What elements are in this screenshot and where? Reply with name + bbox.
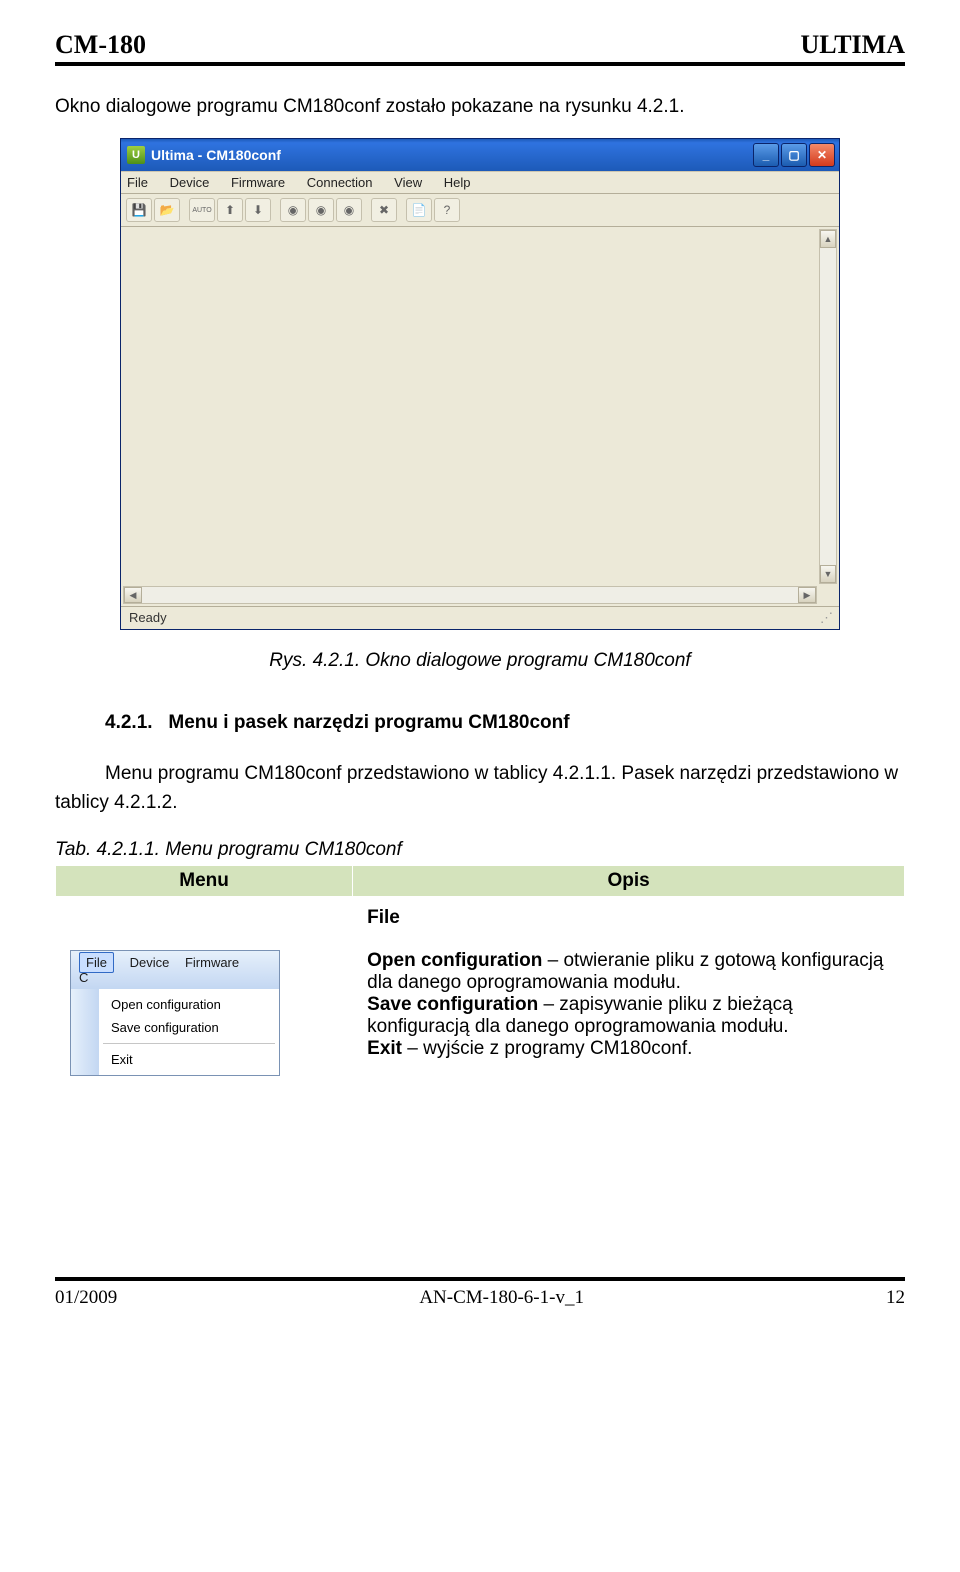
menu-table: Menu Opis File File Device Firmware C Op… (55, 865, 905, 1087)
col-menu-header: Menu (56, 866, 353, 897)
menu-firmware[interactable]: Firmware (231, 175, 285, 190)
file-menu-tabs: File Device Firmware C (71, 951, 279, 989)
node-b-icon[interactable]: ◉ (308, 198, 334, 222)
section-heading: 4.2.1. Menu i pasek narzędzi programu CM… (55, 712, 905, 734)
scroll-down-icon[interactable]: ▼ (820, 565, 836, 583)
app-icon: U (127, 146, 145, 164)
help-icon[interactable]: ? (434, 198, 460, 222)
scroll-left-icon[interactable]: ◀ (124, 587, 142, 603)
intro-paragraph: Okno dialogowe programu CM180conf został… (55, 96, 905, 118)
footer-right: 12 (886, 1287, 905, 1309)
vertical-scrollbar[interactable]: ▲ ▼ (819, 229, 837, 584)
table-caption: Tab. 4.2.1.1. Menu programu CM180conf (55, 839, 905, 861)
menu-separator (103, 1043, 275, 1044)
close-button[interactable]: ✕ (809, 143, 835, 167)
menu-item-exit[interactable]: Exit (99, 1048, 279, 1071)
tab-firmware[interactable]: Firmware (185, 955, 239, 970)
client-area: ▲ ▼ ◀ ▶ (121, 227, 839, 607)
window-title: Ultima - CM180conf (151, 147, 281, 163)
desc-open-bold: Open configuration (367, 950, 542, 971)
menu-item-open-configuration[interactable]: Open configuration (99, 993, 279, 1016)
auto-icon[interactable]: AUTO (189, 198, 215, 222)
status-text: Ready (129, 610, 167, 626)
section-title: Menu i pasek narzędzi programu CM180conf (168, 712, 569, 733)
doc-icon[interactable]: 📄 (406, 198, 432, 222)
footer-center: AN-CM-180-6-1-v_1 (419, 1287, 584, 1309)
tab-c[interactable]: C (79, 970, 88, 985)
node-a-icon[interactable]: ◉ (280, 198, 306, 222)
footer-rule (55, 1277, 905, 1281)
disconnect-icon[interactable]: ✖ (371, 198, 397, 222)
footer-left: 01/2009 (55, 1287, 117, 1309)
horizontal-scrollbar[interactable]: ◀ ▶ (123, 586, 817, 604)
node-c-icon[interactable]: ◉ (336, 198, 362, 222)
statusbar: Ready ⋰ (121, 607, 839, 629)
desc-exit-text: – wyjście z programy CM180conf. (402, 1038, 692, 1059)
menu-help[interactable]: Help (444, 175, 471, 190)
menu-file[interactable]: File (127, 175, 148, 190)
doc-header-right: ULTIMA (800, 30, 905, 60)
minimize-button[interactable]: _ (753, 143, 779, 167)
toolbar: 💾 📂 AUTO ⬆ ⬇ ◉ ◉ ◉ ✖ 📄 ? (121, 194, 839, 227)
desc-exit-bold: Exit (367, 1038, 402, 1059)
col-opis-header: Opis (353, 866, 905, 897)
tab-device[interactable]: Device (130, 955, 170, 970)
menubar: File Device Firmware Connection View Hel… (121, 171, 839, 194)
section-number: 4.2.1. (105, 712, 153, 733)
scroll-right-icon[interactable]: ▶ (798, 587, 816, 603)
maximize-button[interactable]: ▢ (781, 143, 807, 167)
figure-caption: Rys. 4.2.1. Okno dialogowe programu CM18… (55, 650, 905, 672)
header-rule (55, 62, 905, 66)
resize-grip-icon[interactable]: ⋰ (820, 610, 831, 626)
titlebar: U Ultima - CM180conf _ ▢ ✕ (121, 139, 839, 171)
doc-header-left: CM-180 (55, 30, 146, 60)
scroll-up-icon[interactable]: ▲ (820, 230, 836, 248)
file-menu-cell: File Device Firmware C Open configuratio… (56, 940, 353, 1087)
download-icon[interactable]: ⬇ (245, 198, 271, 222)
upload-icon[interactable]: ⬆ (217, 198, 243, 222)
menu-device[interactable]: Device (170, 175, 210, 190)
section-paragraph: Menu programu CM180conf przedstawiono w … (55, 760, 905, 817)
save-icon[interactable]: 💾 (126, 198, 152, 222)
menu-item-save-configuration[interactable]: Save configuration (99, 1016, 279, 1039)
file-menu-screenshot: File Device Firmware C Open configuratio… (70, 950, 280, 1076)
file-description-cell: Open configuration – otwieranie pliku z … (353, 940, 905, 1087)
app-window-screenshot: U Ultima - CM180conf _ ▢ ✕ File Device F… (120, 138, 840, 630)
menu-view[interactable]: View (394, 175, 422, 190)
file-section-label: File (367, 907, 400, 928)
desc-save-bold: Save configuration (367, 994, 538, 1015)
open-icon[interactable]: 📂 (154, 198, 180, 222)
menu-connection[interactable]: Connection (307, 175, 373, 190)
